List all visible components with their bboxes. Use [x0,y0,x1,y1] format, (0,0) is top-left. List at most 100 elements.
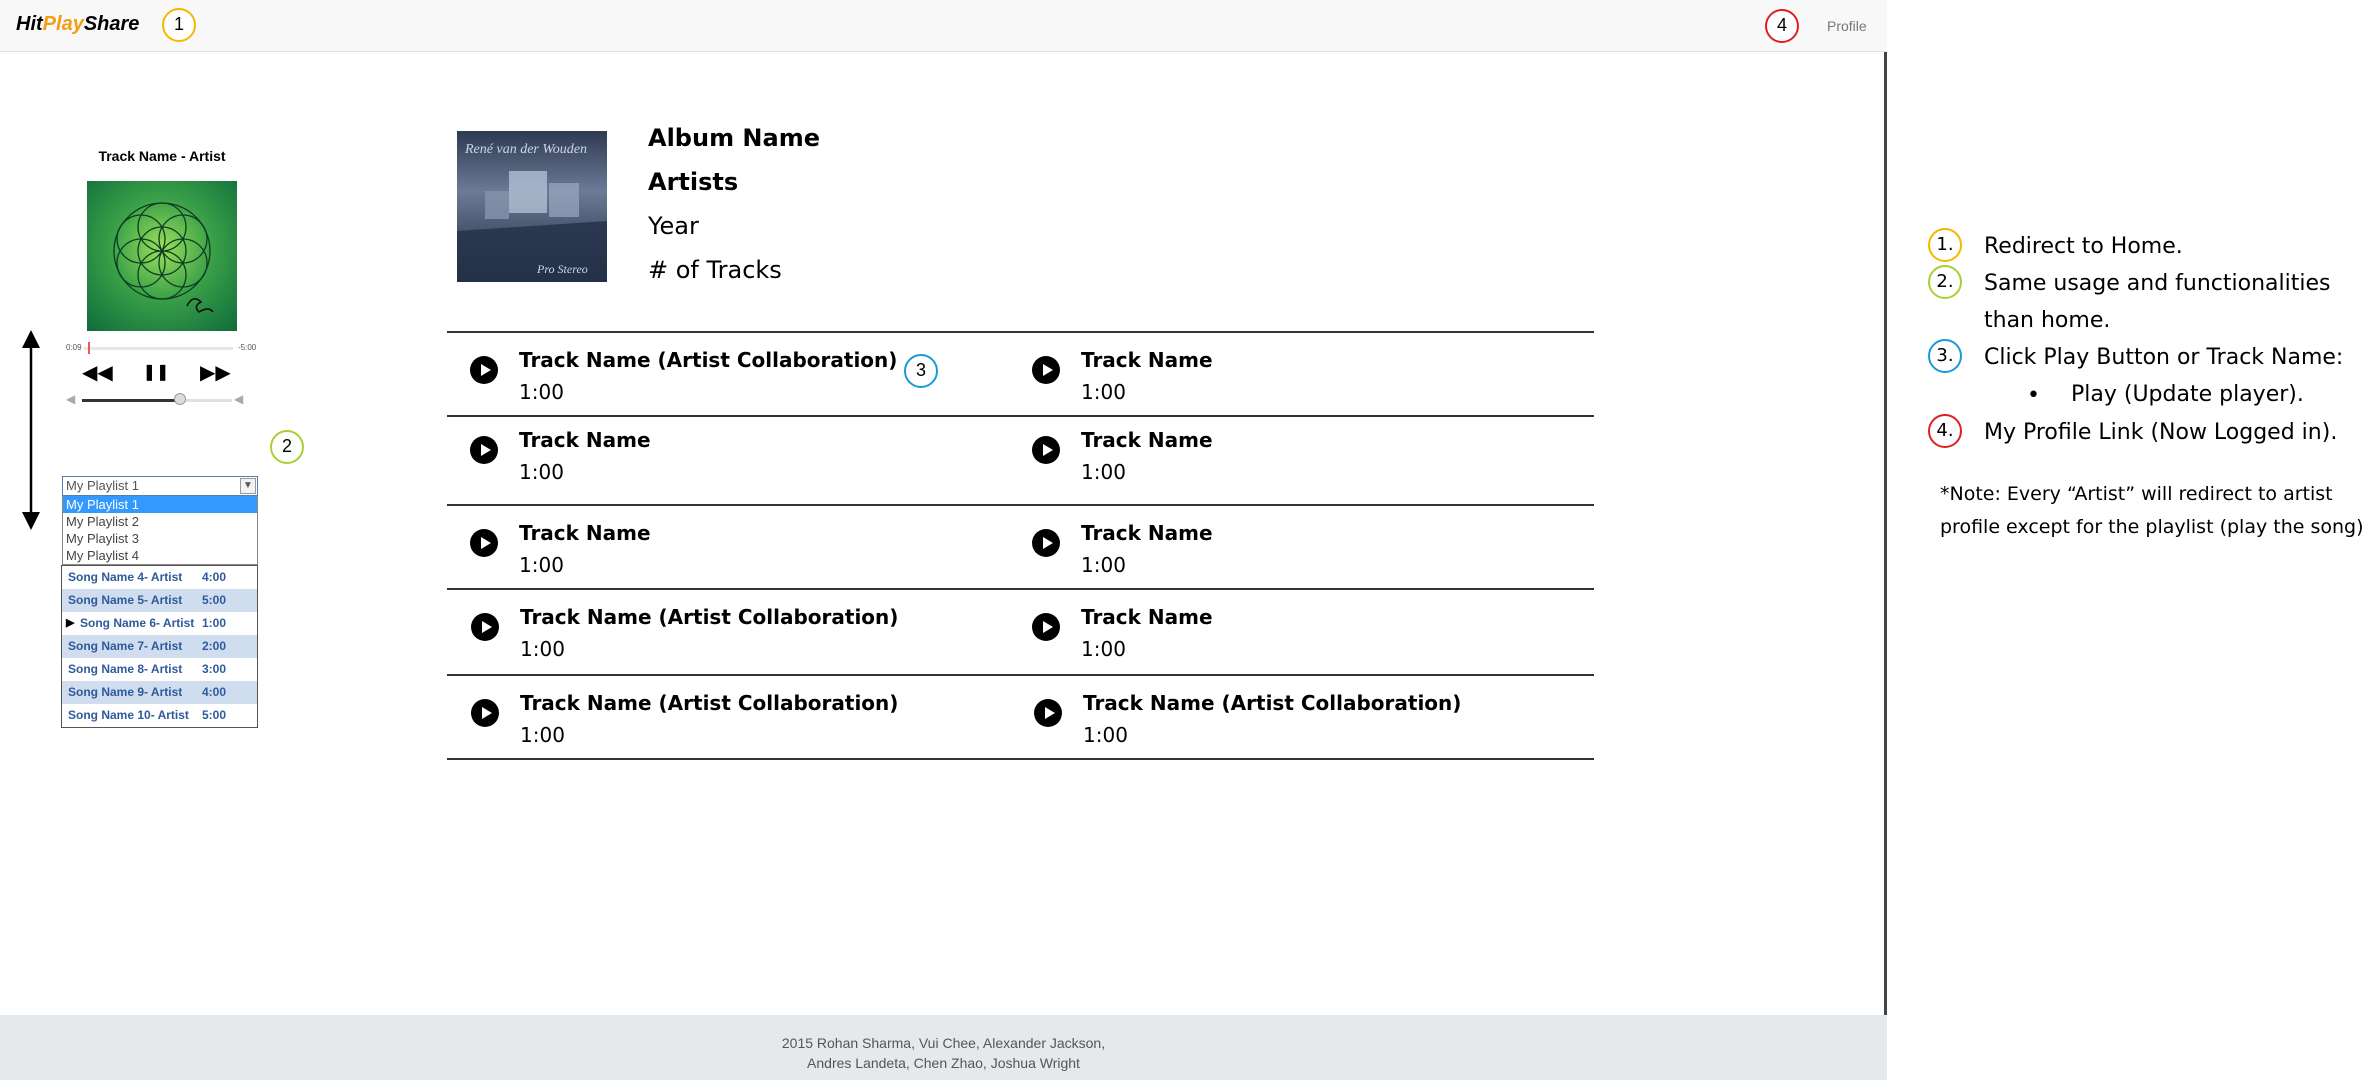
playlist-song-row[interactable]: ▶Song Name 9- Artist4:00 [62,681,257,704]
album-name: Album Name [648,124,820,152]
note-marker-3: 3. [1928,339,1962,373]
footer: 2015 Rohan Sharma, Vui Chee, Alexander J… [0,1015,1887,1080]
playlist-song-row-playing[interactable]: ▶ Song Name 6- Artist 1:00 [62,612,257,635]
track-duration: 1:00 [1081,380,1126,404]
note-footnote-line-2: profile except for the playlist (play th… [1940,516,2364,538]
brand-logo-link[interactable]: HitPlayShare [16,13,139,36]
track-name[interactable]: Track Name [1081,521,1213,545]
track-name[interactable]: Track Name (Artist Collaboration) [520,605,898,629]
player-track-title: Track Name - Artist [98,148,226,164]
note-text-2-cont: than home. [1984,308,2111,333]
volume-slider-thumb[interactable] [173,393,186,405]
playlist-song-row[interactable]: ▶Song Name 7- Artist2:00 [62,635,257,658]
player-album-cover [87,181,237,331]
footer-line-1: 2015 Rohan Sharma, Vui Chee, Alexander J… [781,1035,1106,1051]
fast-forward-button[interactable]: ▶▶ [200,360,231,386]
track-name[interactable]: Track Name (Artist Collaboration) [519,348,897,372]
track-duration: 1:00 [519,380,564,404]
chevron-down-icon[interactable]: ▼ [240,478,256,494]
rewind-button[interactable]: ◀◀ [82,360,113,386]
playlist-dropdown[interactable]: My Playlist 1 ▼ [62,476,258,496]
note-text-3: Click Play Button or Track Name: [1984,345,2344,370]
play-icon[interactable] [471,699,499,727]
footer-credits: 2015 Rohan Sharma, Vui Chee, Alexander J… [0,1033,1887,1073]
profile-link[interactable]: Profile [1827,18,1867,34]
album-artwork-image: René van der Wouden Pro Stereo [457,142,607,282]
note-text-2: Same usage and functionalities [1984,271,2331,296]
album-year: Year [648,212,699,240]
pause-button[interactable]: ❚❚ [141,360,171,386]
app-frame: HitPlayShare 1 4 Profile Track Name - Ar… [0,0,1887,1080]
playlist-song-list: ▶Song Name 4- Artist4:00 ▶Song Name 5- A… [61,565,258,728]
play-icon[interactable] [470,529,498,557]
note-marker-2: 2. [1928,265,1962,299]
track-duration: 1:00 [520,637,565,661]
playlist-song-row[interactable]: ▶Song Name 8- Artist3:00 [62,658,257,681]
divider [447,415,1594,417]
track-name[interactable]: Track Name [1081,348,1213,372]
track-duration: 1:00 [519,460,564,484]
play-icon[interactable] [1032,613,1060,641]
playlist-song-row[interactable]: ▶Song Name 4- Artist4:00 [62,566,257,589]
track-name[interactable]: Track Name [1081,428,1213,452]
progress-bar[interactable] [84,347,233,350]
annotation-marker-4: 4 [1765,9,1799,43]
play-icon[interactable] [1032,356,1060,384]
brand-play: Play [42,13,84,35]
track-name[interactable]: Track Name (Artist Collaboration) [520,691,898,715]
flower-of-life-artwork [113,202,214,314]
track-duration: 1:00 [519,553,564,577]
note-footnote: *Note: Every “Artist” will redirect to a… [1940,478,2370,544]
track-name[interactable]: Track Name (Artist Collaboration) [1083,691,1461,715]
divider [447,504,1594,506]
track-duration: 1:00 [1081,460,1126,484]
playlist-option[interactable]: My Playlist 1 [63,496,257,513]
brand-share: Share [83,13,140,35]
note-marker-4: 4. [1928,414,1962,448]
playlist-option[interactable]: My Playlist 4 [63,547,257,564]
divider [447,758,1594,760]
remaining-time: -5:00 [238,343,257,352]
playlist-song-row[interactable]: ▶Song Name 10- Artist5:00 [62,704,257,727]
note-text-4: My Profile Link (Now Logged in). [1984,420,2338,445]
volume-low-icon: ◀ [66,392,76,406]
note-bullet-text: Play (Update player). [2071,382,2304,407]
playlist-option[interactable]: My Playlist 2 [63,513,257,530]
divider [447,331,1594,333]
track-name[interactable]: Track Name [1081,605,1213,629]
annotation-notes-panel: 1. Redirect to Home. 2. Same usage and f… [1890,0,2372,1080]
album-track-count: # of Tracks [648,256,782,284]
now-playing-icon: ▶ [66,617,75,629]
note-marker-1: 1. [1928,228,1962,262]
volume-slider-fill [82,399,180,402]
play-icon[interactable] [1032,529,1060,557]
navbar: HitPlayShare 1 4 Profile [0,0,1887,52]
elapsed-time: 0:09 [66,343,82,352]
divider [447,588,1594,590]
playlist-options-list: My Playlist 1 My Playlist 2 My Playlist … [62,496,258,565]
track-duration: 1:00 [1083,723,1128,747]
annotation-marker-3: 3 [904,354,938,388]
track-duration: 1:00 [1081,637,1126,661]
track-name[interactable]: Track Name [519,521,651,545]
track-duration: 1:00 [520,723,565,747]
track-duration: 1:00 [1081,553,1126,577]
track-name[interactable]: Track Name [519,428,651,452]
album-art-text-top: René van der Wouden [464,142,587,157]
album-art-text-bottom: Pro Stereo [536,262,588,276]
playlist-selected-value: My Playlist 1 [66,478,139,493]
playlist-option[interactable]: My Playlist 3 [63,530,257,547]
play-icon[interactable] [471,613,499,641]
progress-playhead[interactable] [88,342,90,354]
divider [447,674,1594,676]
vertical-double-arrow-icon [22,330,40,530]
play-icon[interactable] [470,436,498,464]
playlist-song-row[interactable]: ▶Song Name 5- Artist5:00 [62,589,257,612]
footer-line-2: Andres Landeta, Chen Zhao, Joshua Wright [807,1055,1080,1071]
brand-hit: Hit [16,13,43,35]
play-icon[interactable] [1032,436,1060,464]
album-artists-link[interactable]: Artists [648,168,738,196]
play-icon[interactable] [1034,699,1062,727]
album-cover-art: René van der Wouden Pro Stereo [457,131,607,282]
play-icon[interactable] [470,356,498,384]
